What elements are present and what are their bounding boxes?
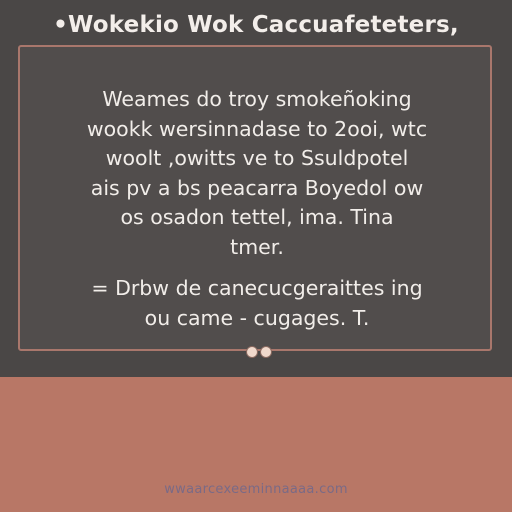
card-line: Weames do troy smokeñoking xyxy=(102,87,412,111)
pager-dot[interactable] xyxy=(260,346,272,358)
card-body: Weames do troy smokeñoking wookk wersinn… xyxy=(20,85,494,333)
page-title: •Wokekio Wok Caccuafeteters, xyxy=(53,12,459,38)
card-line: ais pv a bs peacarra Boyedol ow xyxy=(90,175,424,200)
card-line: os osadon tettel, ima. Tina xyxy=(120,205,394,229)
footer-link[interactable]: wwaarcexeeminnaaaa.com xyxy=(0,482,512,497)
card-line: tmer. xyxy=(230,234,284,259)
card-line: wookk wersinnadase to 2ooi, wtc xyxy=(86,116,428,141)
message-card: Weames do troy smokeñoking wookk wersinn… xyxy=(18,45,492,351)
card-line: woolt ,owitts ve to Ssuldpotel xyxy=(105,146,409,170)
pager-dots xyxy=(246,346,272,358)
card-line: = Drbw de canecucgeraittes ing xyxy=(91,276,423,300)
pager-dot[interactable] xyxy=(246,346,258,358)
card-line: ou came - cugages. T. xyxy=(144,305,370,330)
